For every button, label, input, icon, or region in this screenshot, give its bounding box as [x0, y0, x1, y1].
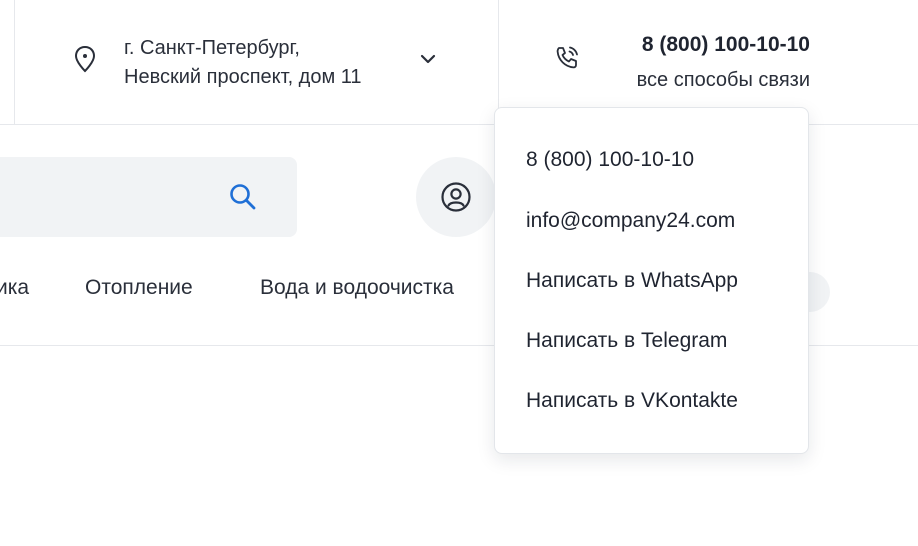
map-pin-icon	[74, 45, 96, 73]
dropdown-vkontakte-link[interactable]: Написать в VKontakte	[526, 389, 738, 413]
phone-ringing-icon	[556, 46, 578, 69]
divider	[14, 0, 15, 124]
page: г. Санкт-Петербург, Невский проспект, до…	[0, 0, 918, 546]
dropdown-telegram-link[interactable]: Написать в Telegram	[526, 329, 727, 353]
divider	[498, 0, 499, 124]
dropdown-whatsapp-link[interactable]: Написать в WhatsApp	[526, 269, 738, 293]
nav-item-water-treatment[interactable]: Вода и водоочистка	[260, 276, 454, 300]
dropdown-email-link[interactable]: info@company24.com	[526, 209, 735, 233]
search-input[interactable]	[0, 157, 210, 237]
nav-item-heating[interactable]: Отопление	[85, 276, 193, 300]
contacts-dropdown: 8 (800) 100-10-10 info@company24.com Нап…	[494, 107, 809, 454]
user-circle-icon	[441, 182, 471, 212]
dropdown-phone-link[interactable]: 8 (800) 100-10-10	[526, 148, 694, 172]
contact-block: 8 (800) 100-10-10 все способы связи	[548, 33, 818, 101]
search-icon	[230, 184, 256, 210]
chevron-down-icon[interactable]	[417, 48, 439, 70]
address-line-1: г. Санкт-Петербург,	[124, 37, 300, 59]
address-text: г. Санкт-Петербург, Невский проспект, до…	[124, 34, 414, 92]
header-phone-link[interactable]: 8 (800) 100-10-10	[642, 33, 810, 57]
account-button[interactable]	[416, 157, 496, 237]
address-line-2: Невский проспект, дом 11	[124, 66, 362, 88]
search-button[interactable]	[224, 178, 262, 216]
nav-item[interactable]: ика	[0, 276, 29, 300]
all-contacts-toggle[interactable]: все способы связи	[637, 69, 810, 92]
